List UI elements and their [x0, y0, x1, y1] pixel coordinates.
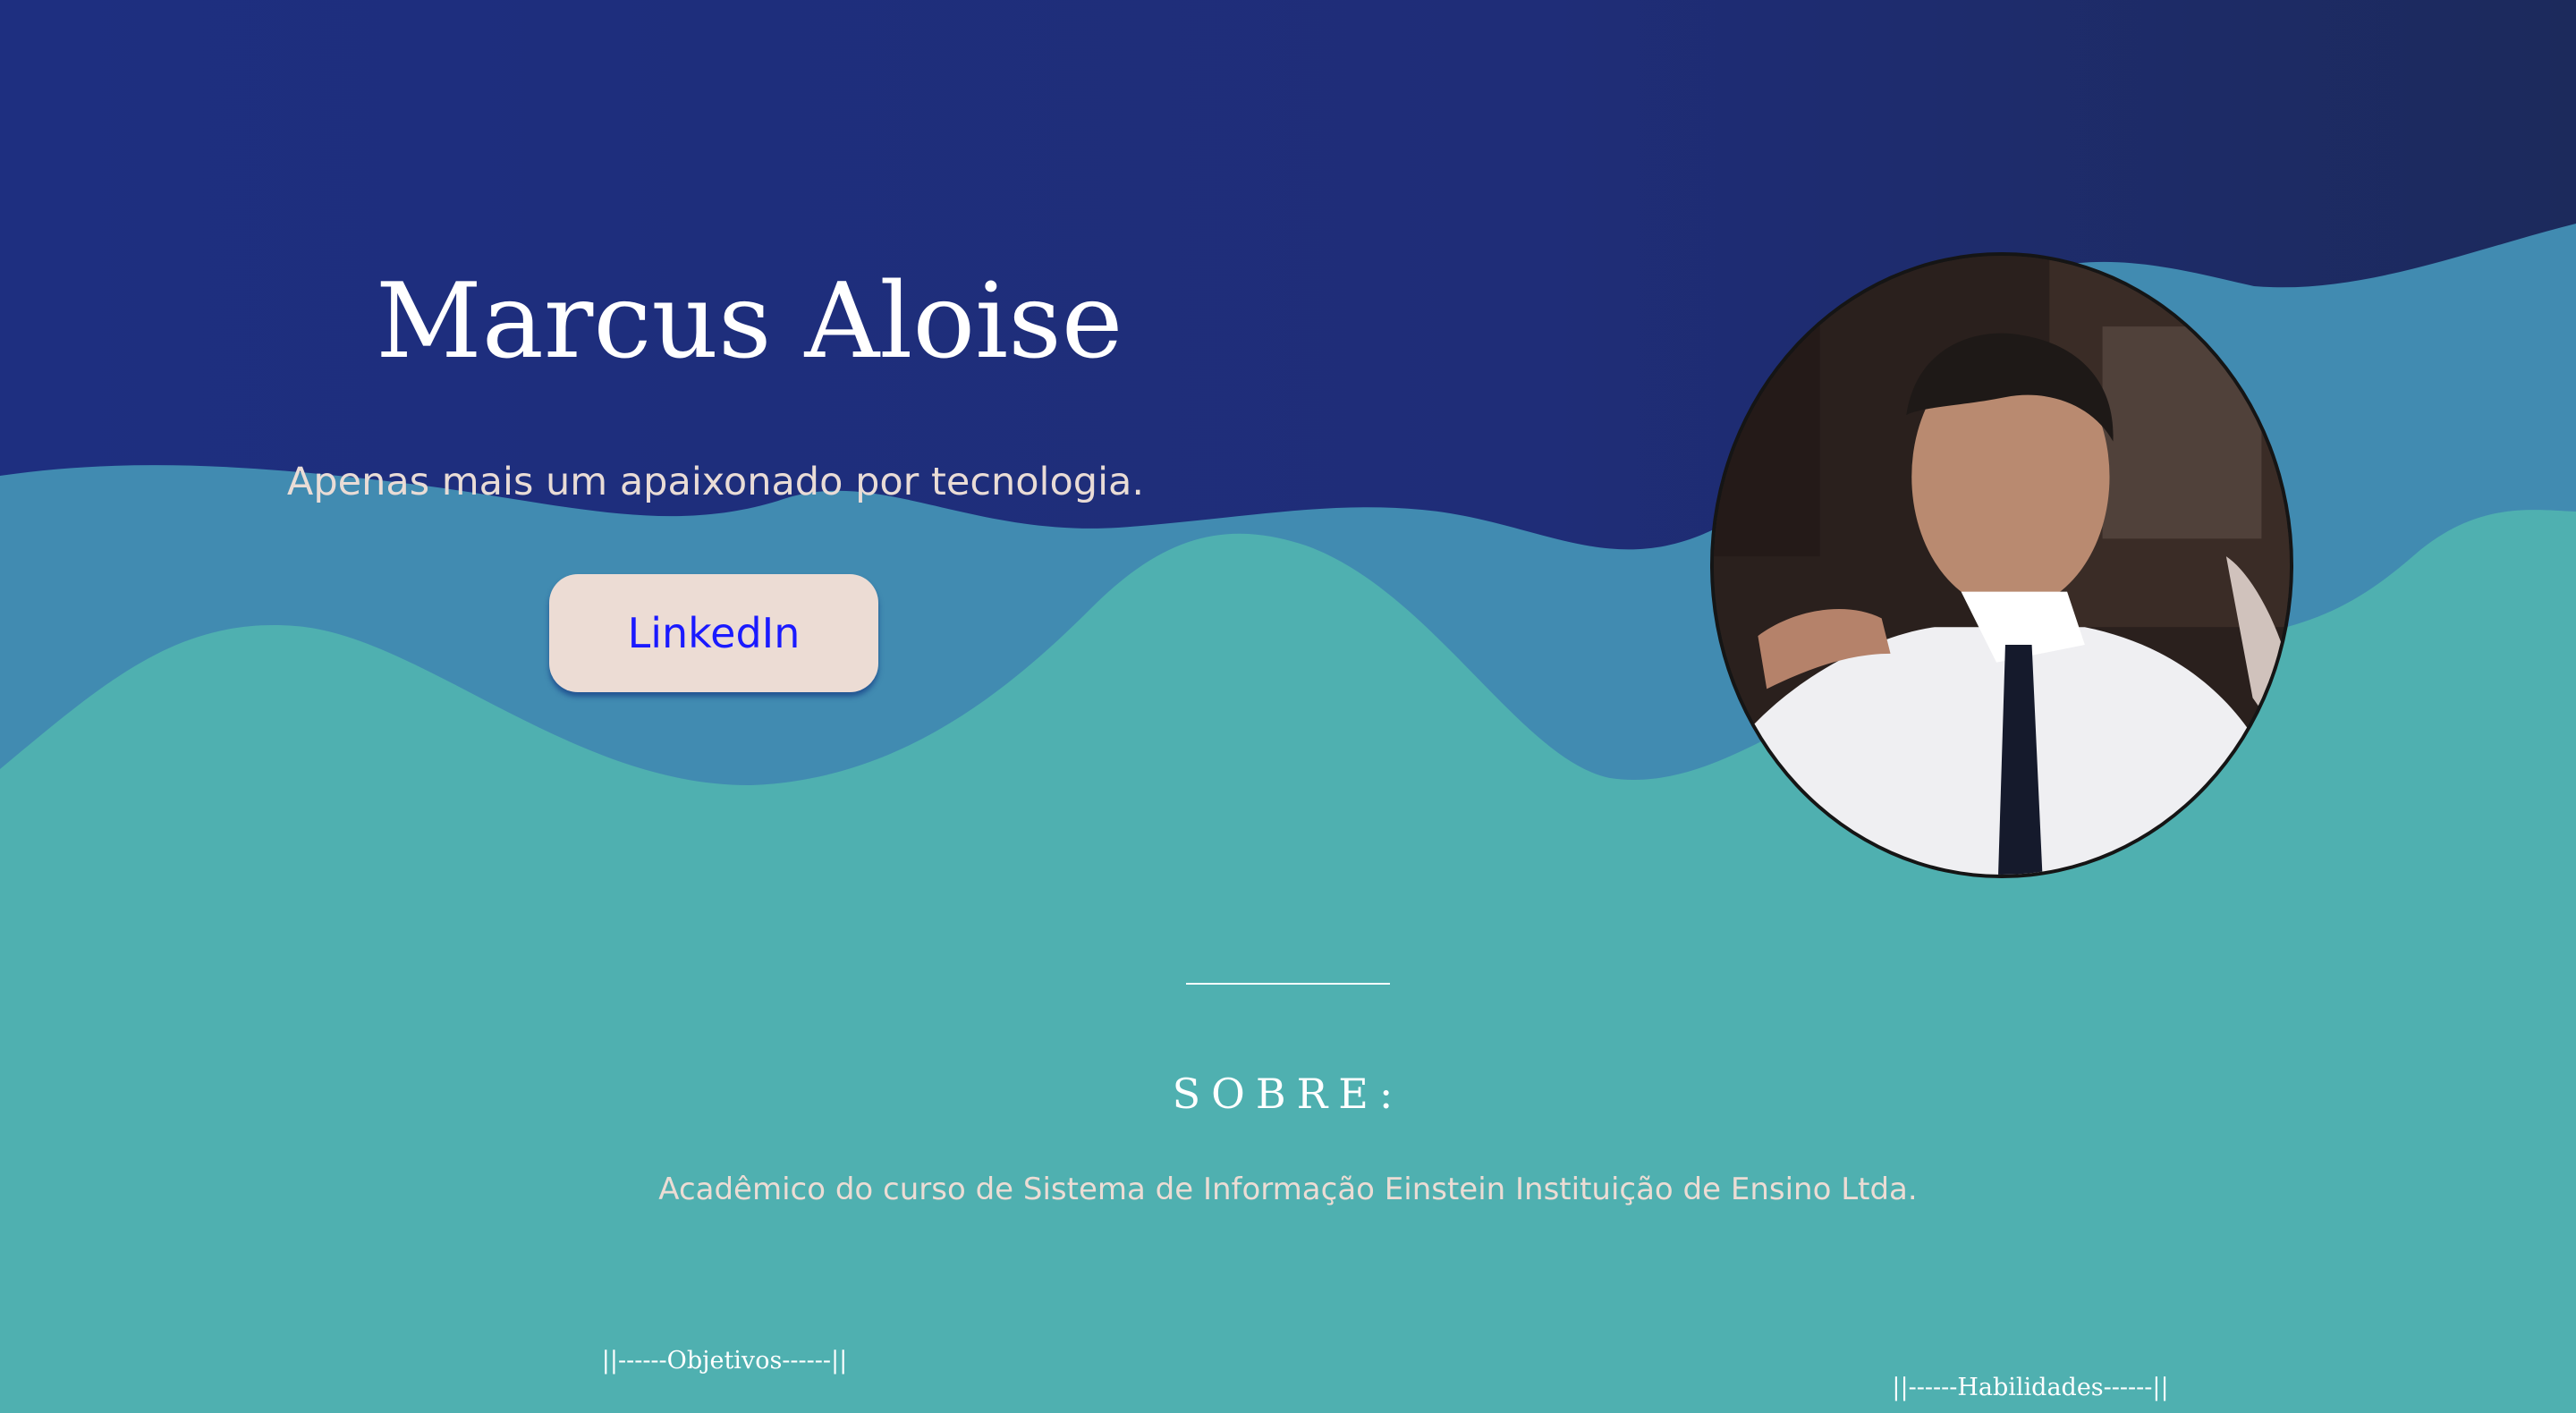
- about-text: Acadêmico do curso de Sistema de Informa…: [658, 1172, 1918, 1207]
- linkedin-button[interactable]: LinkedIn: [549, 574, 878, 692]
- objetivos-heading: ||------Objetivos------||: [601, 1347, 848, 1375]
- about-title: SOBRE:: [1172, 1070, 1404, 1118]
- habilidades-heading: ||------Habilidades------||: [1892, 1374, 2169, 1401]
- hero-tagline: Apenas mais um apaixonado por tecnologia…: [286, 460, 1145, 504]
- avatar: [1710, 252, 2293, 878]
- profile-photo-icon: [1714, 256, 2290, 875]
- section-divider: [1186, 983, 1390, 985]
- hero-name: Marcus Aloise: [376, 261, 1123, 382]
